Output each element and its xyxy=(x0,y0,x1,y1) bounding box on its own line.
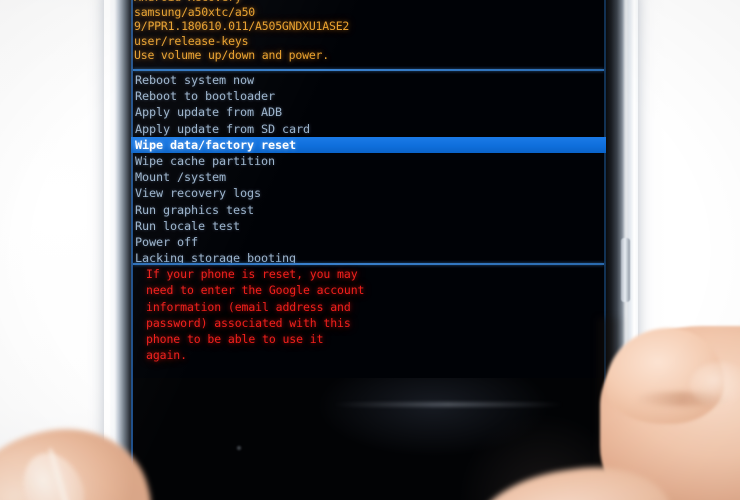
recovery-menu[interactable]: Reboot system now Reboot to bootloader A… xyxy=(131,72,606,266)
phone-screen[interactable]: Android Recovery samsung/a50xtc/a50 9/PP… xyxy=(131,0,606,500)
warning-line-3: information (email address and xyxy=(146,299,351,314)
menu-item-wipe-cache-partition[interactable]: Wipe cache partition xyxy=(131,153,606,169)
phone-volume-button[interactable] xyxy=(621,238,630,302)
recovery-ui: Android Recovery samsung/a50xtc/a50 9/PP… xyxy=(131,0,606,500)
menu-item-reboot-to-bootloader[interactable]: Reboot to bootloader xyxy=(131,88,606,104)
header-line-title: Android Recovery xyxy=(134,0,602,5)
phone-left-rail xyxy=(104,0,134,500)
menu-item-apply-update-from-adb[interactable]: Apply update from ADB xyxy=(131,104,606,120)
warning-line-4: password) associated with this xyxy=(146,315,351,330)
recovery-header: Android Recovery samsung/a50xtc/a50 9/PP… xyxy=(134,0,602,63)
menu-item-apply-update-from-sd-card[interactable]: Apply update from SD card xyxy=(131,121,606,137)
warning-line-2: need to enter the Google account xyxy=(146,283,365,298)
warning-line-1: If your phone is reset, you may xyxy=(146,267,358,281)
header-line-hint: Use volume up/down and power. xyxy=(134,48,329,63)
warning-line-6: again. xyxy=(146,348,187,363)
divider-above-menu xyxy=(133,69,604,71)
phone-left-rail-glint xyxy=(110,0,117,500)
header-line-build: 9/PPR1.180610.011/A505GNDXU1ASE2 xyxy=(134,19,350,34)
divider-below-menu xyxy=(133,263,604,265)
menu-item-view-recovery-logs[interactable]: View recovery logs xyxy=(131,185,606,201)
header-line-device: samsung/a50xtc/a50 xyxy=(134,4,256,19)
menu-item-run-locale-test[interactable]: Run locale test xyxy=(131,218,606,234)
screen-reflection-dot xyxy=(237,446,241,450)
menu-item-mount-system[interactable]: Mount /system xyxy=(131,169,606,185)
screen-reflection-streak xyxy=(333,402,563,407)
menu-item-wipe-data-factory-reset[interactable]: Wipe data/factory reset xyxy=(131,136,606,153)
factory-reset-warning: If your phone is reset, you may need to … xyxy=(141,266,561,364)
menu-item-run-graphics-test[interactable]: Run graphics test xyxy=(131,202,606,218)
menu-item-power-off[interactable]: Power off xyxy=(131,234,606,250)
screenshot-scene: Android Recovery samsung/a50xtc/a50 9/PP… xyxy=(0,0,740,500)
header-line-keys: user/release-keys xyxy=(134,33,249,48)
menu-item-reboot-system-now[interactable]: Reboot system now xyxy=(131,72,606,88)
warning-line-5: phone to be able to use it xyxy=(146,332,324,347)
